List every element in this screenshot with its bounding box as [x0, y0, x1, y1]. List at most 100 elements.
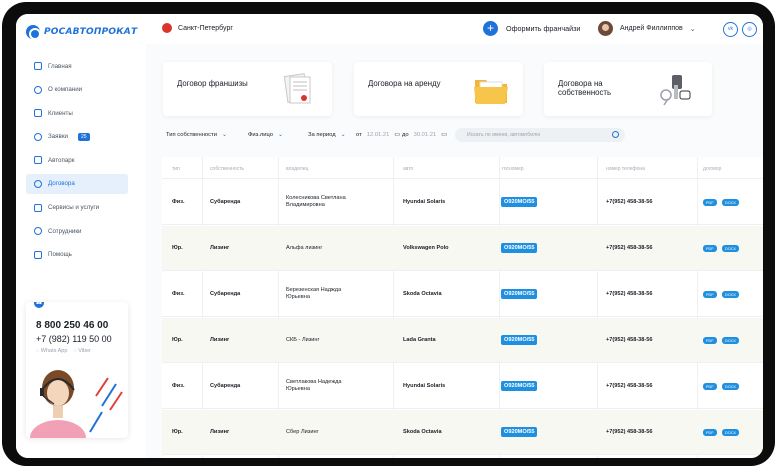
cell-phone: +7(952) 458-38-56: [606, 429, 653, 435]
sidebar-item-clients[interactable]: Клиенты: [26, 103, 128, 123]
logo-text: РОСАВТОПРОКАТ: [44, 27, 138, 37]
docx-download-button[interactable]: DOCX: [722, 245, 739, 252]
whatsapp-link[interactable]: ◌ Whats App: [36, 348, 67, 354]
contracts-icon: [34, 179, 42, 188]
cell-car: Hyundai Solaris: [403, 199, 446, 205]
requests-icon: [34, 132, 42, 141]
plate-badge: О920МО/55: [501, 335, 538, 345]
logo-icon: [26, 25, 41, 40]
cell-type: Юр.: [172, 245, 183, 251]
cell-owner: Светлакова Надежда Юрьевна: [286, 379, 342, 392]
cell-ownership: Лизинг: [210, 337, 230, 343]
help-icon: [34, 250, 42, 259]
city-selector[interactable]: Санкт-Петербург: [162, 23, 233, 33]
card-label: Договор франшизы: [177, 79, 248, 88]
column-header: владелец: [286, 166, 309, 172]
instagram-icon[interactable]: ◎: [742, 22, 757, 37]
sidebar-item-label: Автопарк: [48, 156, 75, 164]
cell-car: Lada Granta: [403, 337, 436, 343]
messengers: ◌ Whats App ◌ Viber: [36, 348, 91, 354]
pdf-download-button[interactable]: PDF: [703, 383, 717, 390]
cell-owner: СКБ - Лизинг: [286, 337, 320, 343]
sidebar-item-contracts[interactable]: Договора: [26, 173, 128, 194]
date-to[interactable]: до 30.01.21 ▭: [402, 131, 447, 139]
search-icon[interactable]: [612, 131, 619, 138]
period-filter-label: За период: [308, 131, 336, 138]
table-row[interactable]: Физ. Субаренда Колесникова Светлана Владим…: [162, 180, 763, 225]
cell-phone: +7(952) 458-38-56: [606, 383, 653, 389]
docx-download-button[interactable]: DOCX: [722, 199, 739, 206]
card-franchise-contracts[interactable]: Договор франшизы: [163, 62, 332, 116]
filters-bar: Тип собственности ⌄ Физ.лицо ⌄ За период…: [166, 128, 625, 144]
date-from[interactable]: от 12.01.21 ▭: [356, 131, 401, 139]
user-menu[interactable]: Андрей Филлиппов ⌄: [598, 21, 696, 36]
column-header: договор: [703, 166, 722, 172]
calendar-icon: ▭: [394, 132, 401, 138]
contact-phone-secondary[interactable]: +7 (982) 119 50 00: [36, 334, 112, 344]
sidebar-item-home[interactable]: Главная: [26, 56, 128, 76]
sidebar-item-label: Сервисы и услуги: [48, 204, 100, 212]
contracts-table: тип собственность владелец авто госномер номе…: [162, 157, 763, 458]
keys-icon: [660, 75, 691, 106]
sidebar-item-help[interactable]: Помощь: [26, 245, 128, 265]
cell-car: Skoda Octavia: [403, 291, 442, 297]
home-icon: [34, 62, 42, 70]
person-filter[interactable]: Физ.лицо ⌄: [248, 131, 283, 139]
chevron-down-icon: ⌄: [689, 25, 696, 33]
viber-link[interactable]: ◌ Viber: [73, 348, 91, 354]
docx-download-button[interactable]: DOCX: [722, 383, 739, 390]
period-filter[interactable]: За период ⌄: [308, 131, 346, 139]
pdf-download-button[interactable]: PDF: [703, 337, 717, 344]
ownership-filter[interactable]: Тип собственности ⌄: [166, 131, 227, 139]
card-rental-contracts[interactable]: Договора на аренду: [354, 62, 523, 116]
vk-icon[interactable]: vk: [723, 22, 738, 37]
docx-download-button[interactable]: DOCX: [722, 429, 739, 436]
cell-phone: +7(952) 458-38-56: [606, 291, 653, 297]
column-header: собственность: [210, 166, 245, 172]
sidebar-item-requests[interactable]: Заявки 25: [26, 127, 128, 147]
cell-ownership: Субаренда: [210, 383, 241, 389]
column-header: госномер: [502, 166, 524, 172]
sidebar-item-label: Помощь: [48, 251, 72, 259]
date-from-value: 12.01.21: [366, 131, 390, 138]
pdf-download-button[interactable]: PDF: [703, 429, 717, 436]
requests-count-badge: 25: [77, 132, 90, 141]
cell-owner: Альфа лизинг: [286, 245, 323, 251]
sidebar-item-car[interactable]: Автопарк: [26, 150, 128, 170]
pdf-download-button[interactable]: PDF: [703, 199, 717, 206]
cell-car: Skoda Octavia: [403, 429, 442, 435]
folder-icon: [474, 80, 508, 104]
table-row[interactable]: Юр. Лизинг Сбер Лизинг Skoda Octavia О920МО/…: [162, 410, 763, 455]
sidebar-item-info[interactable]: О компании: [26, 80, 128, 100]
pdf-download-button[interactable]: PDF: [703, 245, 717, 252]
card-ownership-contracts[interactable]: Договора на собственность: [544, 62, 712, 116]
sidebar-item-label: Главная: [48, 62, 72, 70]
cell-ownership: Лизинг: [210, 245, 230, 251]
create-franchise-label: Оформить франчайзи: [506, 24, 581, 33]
device-frame: РОСАВТОПРОКАТ Главная О компании Клиенты За…: [2, 2, 775, 466]
create-franchise-button[interactable]: + Оформить франчайзи: [483, 21, 580, 36]
docx-download-button[interactable]: DOCX: [722, 291, 739, 298]
pdf-download-button[interactable]: PDF: [703, 291, 717, 298]
chevron-down-icon: ⌄: [340, 132, 346, 138]
cell-ownership: Субаренда: [210, 291, 241, 297]
plus-icon: +: [483, 21, 498, 36]
contact-phone-primary[interactable]: 8 800 250 46 00: [36, 320, 108, 331]
table-row[interactable]: Физ. Субаренда Светлакова Надежда Юрьевна H…: [162, 364, 763, 409]
sidebar-item-employees[interactable]: Сотрудники: [26, 221, 128, 241]
table-row[interactable]: Юр. Лизинг Альфа лизинг Volkswagen Polo О920…: [162, 226, 763, 271]
card-label: Договора на собственность: [558, 79, 612, 97]
sidebar-item-services[interactable]: Сервисы и услуги: [26, 198, 128, 218]
table-row[interactable]: Физ. Субаренда Березенская Наджда Юрьевна S…: [162, 272, 763, 317]
sidebar-item-label: Договора: [48, 180, 75, 188]
documents-icon: [283, 73, 311, 104]
card-label: Договора на аренду: [368, 79, 441, 88]
person-filter-label: Физ.лицо: [248, 131, 274, 138]
docx-download-button[interactable]: DOCX: [722, 337, 739, 344]
table-row[interactable]: Юр. Лизинг СКБ - Лизинг Lada Granta О920МО/5…: [162, 318, 763, 363]
sidebar-item-label: Заявки: [48, 133, 68, 141]
support-operator-image: [26, 366, 128, 438]
search-input[interactable]: Искать по имени, автомобилю: [455, 128, 625, 142]
cell-phone: +7(952) 458-38-56: [606, 199, 653, 205]
logo[interactable]: РОСАВТОПРОКАТ: [26, 24, 137, 40]
